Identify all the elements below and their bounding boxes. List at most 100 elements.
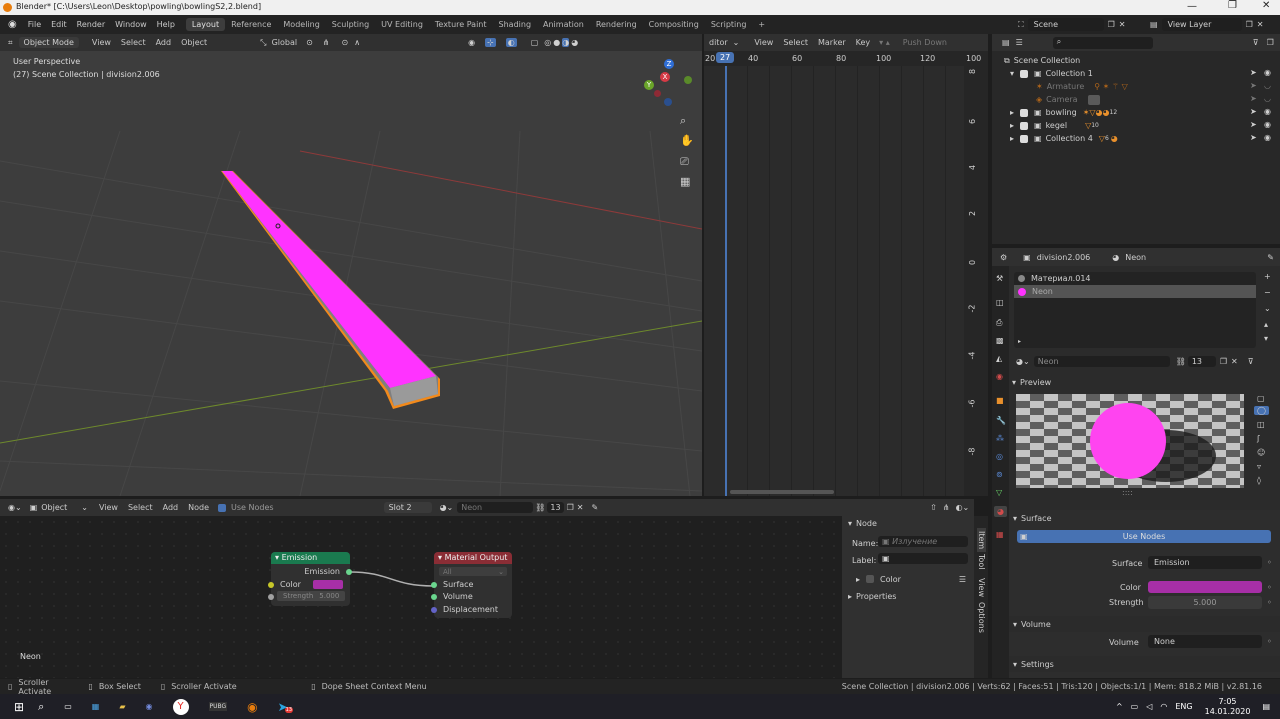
node-duplicate-icon[interactable]: ❐ xyxy=(567,503,574,512)
settings-panel-header[interactable]: ▾ Settings xyxy=(1009,656,1280,672)
shading-wireframe-icon[interactable]: ◎ xyxy=(544,38,551,47)
shading-solid-icon[interactable]: ● xyxy=(553,38,560,47)
volume-input-socket[interactable] xyxy=(431,594,437,600)
preview-fluid-icon[interactable]: ◊ xyxy=(1257,476,1261,485)
tab-uv-editing[interactable]: UV Editing xyxy=(375,18,429,31)
emission-color-swatch[interactable] xyxy=(1148,581,1262,593)
explorer-icon[interactable]: ▦ xyxy=(92,702,100,711)
tab-scripting[interactable]: Scripting xyxy=(705,18,753,31)
slot-selector[interactable]: Slot 2 xyxy=(383,502,432,513)
node-menu-view[interactable]: View xyxy=(94,503,123,512)
material-slot-2[interactable]: Neon xyxy=(1014,285,1256,298)
editor-type-icon[interactable]: ⌗ xyxy=(8,38,13,48)
displacement-input-socket[interactable] xyxy=(431,607,437,613)
telegram-icon[interactable]: ➤ 13 xyxy=(278,700,294,714)
use-nodes-button[interactable]: ▣ Use Nodes xyxy=(1017,530,1271,543)
checkbox-icon[interactable] xyxy=(1020,108,1029,117)
unlink-material-icon[interactable]: ✕ xyxy=(1231,357,1238,366)
remove-slot-icon[interactable]: − xyxy=(1264,288,1271,297)
parent-node-tree-icon[interactable]: ⇧ xyxy=(930,503,937,512)
color-link-icon[interactable]: ◦ xyxy=(1267,583,1272,592)
select-arrow-icon[interactable]: ➤ xyxy=(1250,107,1257,116)
texture-tab-icon[interactable]: ▦ xyxy=(996,530,1004,539)
view-layer-selector[interactable]: View Layer xyxy=(1161,18,1242,31)
visibility-icon[interactable]: ◉ xyxy=(468,38,475,47)
dopesheet-mode-selector[interactable]: ditor xyxy=(704,38,733,47)
emission-node-header[interactable]: ▾ Emission xyxy=(271,552,350,564)
viewport-menu-object[interactable]: Object xyxy=(176,38,212,47)
menu-window[interactable]: Window xyxy=(110,20,152,29)
material-tab-icon[interactable]: ◕ xyxy=(994,506,1007,517)
checkbox-icon[interactable] xyxy=(1020,121,1029,130)
menu-edit[interactable]: Edit xyxy=(46,20,72,29)
emission-node[interactable]: ▾ Emission Emission Color Strength 5.000 xyxy=(268,552,352,606)
preview-monkey-icon[interactable]: ☺ xyxy=(1257,448,1265,457)
surface-panel-header[interactable]: ▾ Surface xyxy=(1009,510,1280,526)
scene-tab-icon[interactable]: ◭ xyxy=(996,354,1002,363)
tab-animation[interactable]: Animation xyxy=(537,18,590,31)
use-nodes-checkbox[interactable] xyxy=(218,503,227,512)
outliner-scene-collection[interactable]: ⧉ Scene Collection xyxy=(1004,54,1274,67)
node-unlink-icon[interactable]: ✕ xyxy=(577,503,584,512)
node-overlay-icon[interactable]: ◐⌄ xyxy=(956,503,970,512)
expand-arrow-icon[interactable]: ▸ xyxy=(1010,134,1014,143)
new-scene-icon[interactable]: ❐ xyxy=(1108,20,1115,29)
modifier-tab-icon[interactable]: 🔧 xyxy=(996,416,1006,425)
tab-layout[interactable]: Layout xyxy=(185,18,226,31)
material-user-count[interactable]: 13 xyxy=(1187,355,1216,367)
view-layer-tab-icon[interactable]: ▩ xyxy=(996,336,1004,345)
material-output-node[interactable]: ▾ Material Output All ⌄ Surface Volume Di… xyxy=(431,552,512,618)
eye-hidden-icon[interactable]: ◡ xyxy=(1264,81,1271,90)
tab-texture-paint[interactable]: Texture Paint xyxy=(429,18,493,31)
system-tray-chevron-icon[interactable]: ^ xyxy=(1116,702,1123,711)
pan-view-icon[interactable]: ✋ xyxy=(680,134,694,147)
shading-material-icon[interactable]: ◑ xyxy=(562,38,570,47)
surface-link-icon[interactable]: ◦ xyxy=(1267,558,1272,567)
snap-icon[interactable]: ⋔ xyxy=(323,38,330,47)
checkbox-icon[interactable] xyxy=(1020,134,1029,143)
network-icon[interactable]: ▭ xyxy=(1131,702,1139,711)
output-target-selector[interactable]: All ⌄ xyxy=(439,567,507,576)
node-menu-add[interactable]: Add xyxy=(158,503,184,512)
node-pin-icon[interactable]: ✎ xyxy=(591,503,598,512)
new-collection-icon[interactable]: ❐ xyxy=(1267,38,1274,47)
minimize-icon[interactable]: — xyxy=(1187,1,1197,12)
ortho-toggle-icon[interactable]: ▦ xyxy=(680,175,690,188)
tab-sculpting[interactable]: Sculpting xyxy=(326,18,375,31)
outliner-editor-type-icon[interactable]: ▤ xyxy=(1002,38,1010,47)
sidebar-tab-tool[interactable]: Tool xyxy=(977,554,986,570)
outliner[interactable]: ▤ ☰ ⌕ ⊽ ❐ ⧉ Scene Collection ▾ ▣ Collect… xyxy=(992,34,1280,244)
dopesheet-scrollbar[interactable] xyxy=(730,490,834,494)
outliner-item-armature[interactable]: ✶ Armature ⚲ ✶ ⚚ ▽ ➤ ◡ xyxy=(1004,80,1274,93)
gizmo-z-icon[interactable]: Z xyxy=(664,59,674,69)
gizmo-y-icon[interactable]: Y xyxy=(644,80,654,90)
tab-compositing[interactable]: Compositing xyxy=(643,18,705,31)
surface-input-socket[interactable] xyxy=(431,582,437,588)
volume-shader-selector[interactable]: None xyxy=(1148,635,1262,648)
expand-arrow-icon[interactable]: ▾ xyxy=(1010,69,1014,78)
folder-icon[interactable]: ▰ xyxy=(119,702,125,711)
gizmo-toggle-icon[interactable]: ⊹ xyxy=(485,38,496,47)
node-color-checkbox[interactable] xyxy=(866,575,875,583)
volume-panel-header[interactable]: ▾ Volume xyxy=(1009,616,1280,632)
pubg-icon[interactable]: PUBG xyxy=(208,702,228,711)
tab-modeling[interactable]: Modeling xyxy=(277,18,325,31)
render-tab-icon[interactable]: ◫ xyxy=(996,298,1004,307)
node-color-list-icon[interactable]: ☰ xyxy=(959,575,966,584)
navigation-gizmo[interactable]: Z X Y xyxy=(640,58,696,114)
eye-icon[interactable]: ◉ xyxy=(1264,120,1271,129)
eye-icon[interactable]: ◉ xyxy=(1264,133,1271,142)
emission-output-socket[interactable] xyxy=(346,569,352,575)
discord-icon[interactable]: ◉ xyxy=(146,702,153,711)
constraints-tab-icon[interactable]: ⊚ xyxy=(996,470,1003,479)
node-fake-user-icon[interactable]: ⛓ xyxy=(535,503,545,512)
filter-icon[interactable]: ⊽ xyxy=(1253,38,1259,47)
task-view-icon[interactable]: ▭ xyxy=(64,702,72,711)
node-editor[interactable]: ◉⌄ ▣ Object ⌄ View Select Add Node Use N… xyxy=(0,499,974,678)
zoom-view-icon[interactable]: ⌕ xyxy=(680,114,686,128)
push-down-button[interactable]: Push Down xyxy=(898,38,952,47)
outliner-item-collection-1[interactable]: ▾ ▣ Collection 1 ➤ ◉ xyxy=(1004,67,1274,80)
preview-cube-icon[interactable]: ◫ xyxy=(1257,420,1265,429)
material-output-node-header[interactable]: ▾ Material Output xyxy=(434,552,512,564)
maximize-icon[interactable]: ❐ xyxy=(1228,0,1237,11)
